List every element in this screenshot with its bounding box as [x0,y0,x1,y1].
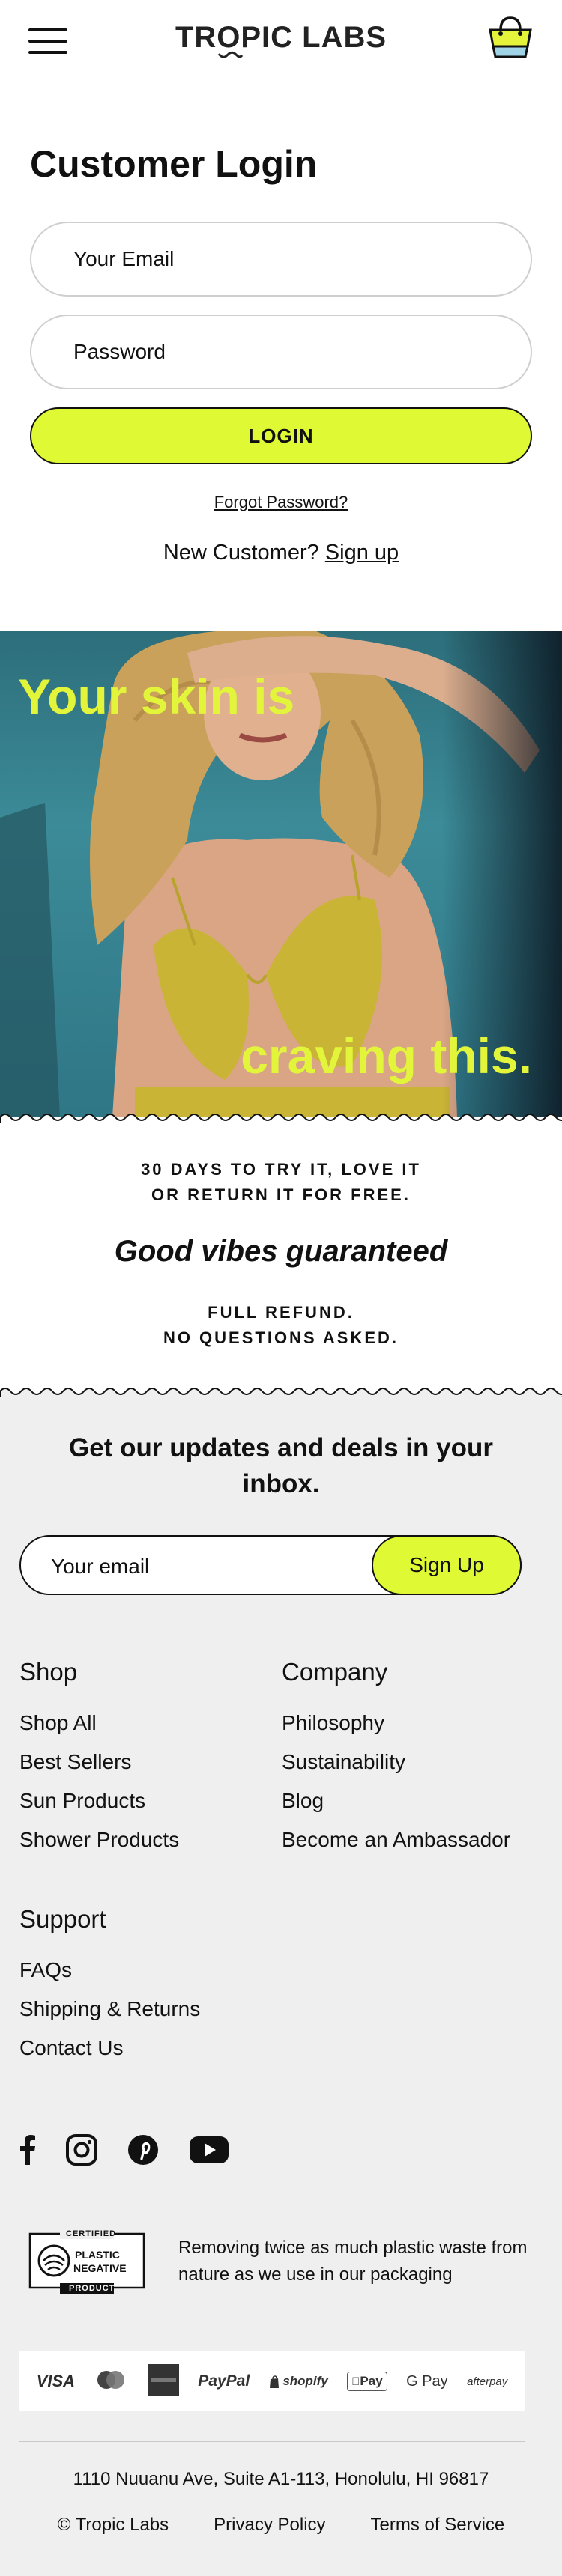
hero-headline-bottom: craving this. [241,1028,532,1084]
youtube-icon[interactable] [189,2136,229,2164]
new-customer-label: New Customer? [163,541,319,565]
footer-heading-company: Company [282,1658,388,1686]
social-links [19,2134,229,2166]
paypal-icon: PayPal [198,2372,250,2390]
amex-icon [147,2363,179,2399]
signup-link[interactable]: Sign up [325,541,399,565]
footer-col-support: Support FAQs Shipping & Returns Contact … [19,1905,200,2074]
wave-divider-top [0,1114,562,1123]
guarantee-section: 30 DAYS TO TRY IT, LOVE IT OR RETURN IT … [0,1157,562,1351]
visa-icon: VISA [36,2372,76,2390]
guarantee-line-1: 30 DAYS TO TRY IT, LOVE IT [141,1160,421,1179]
hero-headline-top: Your skin is [18,669,295,724]
page-title: Customer Login [30,143,318,185]
newsletter-email-input[interactable]: Your email [51,1555,149,1579]
badge-line-plastic: PLASTIC [75,2249,120,2261]
copyright: © Tropic Labs [57,2515,169,2535]
apple-pay-icon: Pay [347,2372,387,2391]
footer-link-ambassador[interactable]: Become an Ambassador [282,1827,510,1853]
footer-link-shower-products[interactable]: Shower Products [19,1827,179,1853]
badge-product: PRODUCT [69,2284,115,2293]
guarantee-line-2: OR RETURN IT FOR FREE. [151,1185,411,1204]
footer-link-faqs[interactable]: FAQs [19,1957,200,1983]
company-address: 1110 Nuuanu Ave, Suite A1-113, Honolulu,… [73,2469,489,2489]
afterpay-icon: afterpay [466,2375,507,2388]
newsletter-form: Your email Sign Up [19,1535,522,1595]
footer-divider [19,2441,525,2442]
payment-methods: VISA PayPal shopify Pay G Pay afterpay [19,2351,525,2411]
apple-pay-label: Pay [357,2374,382,2388]
terms-of-service-link[interactable]: Terms of Service [371,2515,505,2536]
shopify-icon: shopify [269,2374,328,2389]
footer-heading-support: Support [19,1905,106,1933]
footer-link-shop-all[interactable]: Shop All [19,1710,179,1736]
site-logo[interactable]: TROPIC LABS [0,21,562,55]
new-customer-row: New Customer? Sign up [30,541,532,565]
footer-heading-shop: Shop [19,1658,78,1686]
guarantee-headline: Good vibes guaranteed [114,1235,448,1268]
mastercard-icon [94,2369,128,2395]
footer-link-philosophy[interactable]: Philosophy [282,1710,510,1736]
forgot-password-link[interactable]: Forgot Password? [30,493,532,512]
footer-nav: Shop Shop All Best Sellers Sun Products … [0,1658,562,2059]
page: TROPIC LABS Customer Login Your Email Pa… [0,0,562,2576]
wave-divider-footer [0,1388,562,1397]
facebook-icon[interactable] [19,2135,36,2165]
password-field[interactable]: Password [30,315,532,389]
plastic-negative-badge: CERTIFIED PLASTIC NEGATIVE PRODUCT [27,2228,147,2295]
footer-link-shipping-returns[interactable]: Shipping & Returns [19,1996,200,2022]
badge-line-negative: NEGATIVE [73,2262,127,2274]
footer-col-shop: Shop Shop All Best Sellers Sun Products … [19,1658,179,1866]
guarantee-line-3: FULL REFUND. [208,1303,354,1322]
customer-login-section: Customer Login Your Email Password LOGIN… [0,84,562,565]
plastic-negative-row: CERTIFIED PLASTIC NEGATIVE PRODUCT Remov… [27,2228,531,2295]
shopify-label: shopify [282,2374,328,2388]
guarantee-line-4: NO QUESTIONS ASKED. [163,1328,399,1347]
footer-link-best-sellers[interactable]: Best Sellers [19,1749,179,1775]
login-button[interactable]: LOGIN [30,407,532,464]
google-pay-icon: G Pay [404,2372,448,2390]
footer-col-company: Company Philosophy Sustainability Blog B… [282,1658,510,1866]
newsletter-title: Get our updates and deals in your inbox. [69,1433,493,1498]
email-field[interactable]: Your Email [30,222,532,297]
privacy-policy-link[interactable]: Privacy Policy [214,2515,325,2536]
footer-link-sun-products[interactable]: Sun Products [19,1788,179,1814]
logo-wave-mark [217,51,243,58]
hero-banner: Your skin is craving this. [0,631,562,1117]
site-header: TROPIC LABS [0,0,562,84]
badge-certified: CERTIFIED [66,2229,117,2238]
pinterest-icon[interactable] [127,2134,159,2166]
legal-links: © Tropic Labs Privacy Policy Terms of Se… [0,2515,562,2536]
instagram-icon[interactable] [66,2134,97,2166]
footer-link-sustainability[interactable]: Sustainability [282,1749,510,1775]
plastic-negative-text: Removing twice as much plastic waste fro… [178,2238,528,2285]
shopping-bag-icon[interactable] [486,13,535,60]
footer-link-blog[interactable]: Blog [282,1788,510,1814]
footer-link-contact[interactable]: Contact Us [19,2035,200,2061]
newsletter-signup-button[interactable]: Sign Up [372,1535,522,1595]
